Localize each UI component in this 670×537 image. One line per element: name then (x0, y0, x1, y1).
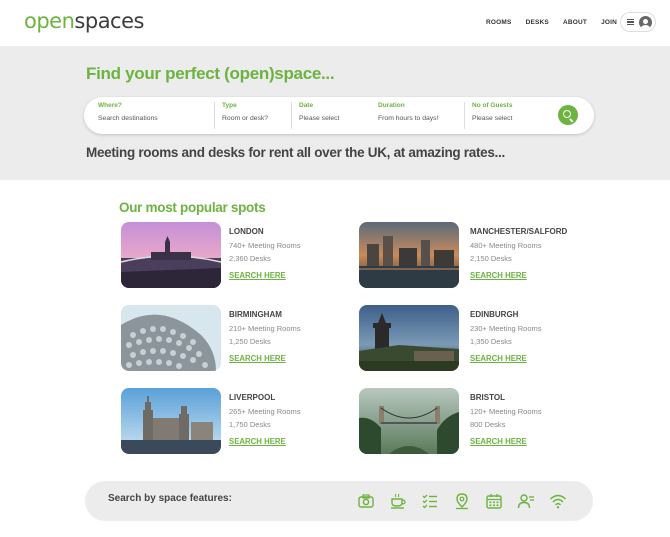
guests-label: No of Guests (472, 102, 513, 109)
spot-rooms: 740+ Meeting Rooms (229, 241, 301, 250)
spot-rooms: 265+ Meeting Rooms (229, 407, 301, 416)
main-nav: ROOMS DESKS ABOUT JOIN (486, 19, 631, 26)
site-header: openspaces ROOMS DESKS ABOUT JOIN (0, 0, 670, 46)
nav-desks[interactable]: DESKS (526, 19, 549, 26)
duration-label: Duration (378, 102, 405, 109)
search-here-link-liverpool[interactable]: SEARCH HERE (229, 437, 286, 446)
liverpool-photo[interactable] (121, 388, 221, 454)
spot-desks: 1,350 Desks (470, 336, 512, 346)
spot-desks: 1,750 Desks (229, 419, 271, 429)
search-here-link-edinburgh[interactable]: SEARCH HERE (470, 354, 527, 363)
edinburgh-photo[interactable] (359, 305, 459, 371)
hero-title: Find your perfect (open)space... (86, 64, 335, 83)
search-guests-field[interactable]: No of Guests Please select (464, 102, 554, 129)
features-label: Search by space features: (108, 493, 232, 504)
search-bar: Where? Search destinations Type Room or … (84, 97, 594, 134)
search-duration-field[interactable]: Duration From hours to days! (378, 102, 468, 129)
bristol-photo[interactable] (359, 388, 459, 454)
coffee-icon[interactable] (389, 492, 407, 510)
spot-card-edinburgh: EDINBURGH 230+ Meeting Rooms 1,350 Desks… (359, 305, 589, 371)
search-type-field[interactable]: Type Room or desk? (214, 102, 289, 129)
spot-desks: 2,150 Desks (470, 253, 512, 263)
spot-desks: 1,250 Desks (229, 336, 271, 346)
location-pin-icon[interactable] (453, 492, 471, 510)
search-button[interactable] (558, 105, 578, 125)
nav-about[interactable]: ABOUT (563, 19, 587, 26)
hero-subtitle: Meeting rooms and desks for rent all ove… (86, 145, 505, 160)
logo[interactable]: openspaces (24, 9, 144, 33)
space-features-bar: Search by space features: (85, 481, 593, 521)
where-input[interactable]: Search destinations (98, 115, 216, 122)
spot-card-bristol: BRISTOL 120+ Meeting Rooms 800 Desks SEA… (359, 388, 589, 454)
popular-spots-title: Our most popular spots (119, 200, 266, 215)
spot-city: LONDON (229, 227, 264, 236)
spot-card-manchester: MANCHESTER/SALFORD 480+ Meeting Rooms 2,… (359, 222, 589, 288)
type-label: Type (222, 102, 237, 109)
spot-city: EDINBURGH (470, 310, 519, 319)
search-here-link-birmingham[interactable]: SEARCH HERE (229, 354, 286, 363)
where-label: Where? (98, 102, 122, 109)
spot-city: MANCHESTER/SALFORD (470, 227, 568, 236)
nav-join[interactable]: JOIN (601, 19, 617, 26)
date-label: Date (299, 102, 314, 109)
camera-icon[interactable] (357, 492, 375, 510)
guests-select[interactable]: Please select (472, 115, 554, 122)
spot-rooms: 480+ Meeting Rooms (470, 241, 542, 250)
hamburger-menu-icon (627, 19, 634, 25)
logo-spaces: spaces (74, 9, 144, 33)
spot-rooms: 120+ Meeting Rooms (470, 407, 542, 416)
avatar-icon (639, 16, 652, 29)
checklist-icon[interactable] (421, 492, 439, 510)
spot-rooms: 210+ Meeting Rooms (229, 324, 301, 333)
search-here-link-bristol[interactable]: SEARCH HERE (470, 437, 527, 446)
search-date-field[interactable]: Date Please select (291, 102, 369, 129)
nav-rooms[interactable]: ROOMS (486, 19, 512, 26)
user-menu-button[interactable] (620, 12, 656, 32)
logo-open: open (24, 9, 75, 33)
spot-desks: 2,360 Desks (229, 253, 271, 263)
duration-select[interactable]: From hours to days! (378, 115, 468, 122)
search-where-field[interactable]: Where? Search destinations (98, 102, 216, 129)
spot-card-birmingham: BIRMINGHAM 210+ Meeting Rooms 1,250 Desk… (121, 305, 351, 371)
type-select[interactable]: Room or desk? (222, 115, 289, 122)
manchester-photo[interactable] (359, 222, 459, 288)
search-here-link-london[interactable]: SEARCH HERE (229, 271, 286, 280)
spot-city: BRISTOL (470, 393, 505, 402)
spot-city: LIVERPOOL (229, 393, 276, 402)
birmingham-photo[interactable] (121, 305, 221, 371)
user-list-icon[interactable] (517, 492, 535, 510)
date-select[interactable]: Please select (299, 115, 369, 122)
spot-city: BIRMINGHAM (229, 310, 282, 319)
london-photo[interactable] (121, 222, 221, 288)
wifi-icon[interactable] (549, 492, 567, 510)
spot-desks: 800 Desks (470, 419, 506, 429)
hero-section: Find your perfect (open)space... Where? … (0, 46, 670, 180)
search-here-link-manchester[interactable]: SEARCH HERE (470, 271, 527, 280)
spot-card-london: LONDON 740+ Meeting Rooms 2,360 Desks SE… (121, 222, 351, 288)
calendar-icon[interactable] (485, 492, 503, 510)
spot-card-liverpool: LIVERPOOL 265+ Meeting Rooms 1,750 Desks… (121, 388, 351, 454)
spot-rooms: 230+ Meeting Rooms (470, 324, 542, 333)
